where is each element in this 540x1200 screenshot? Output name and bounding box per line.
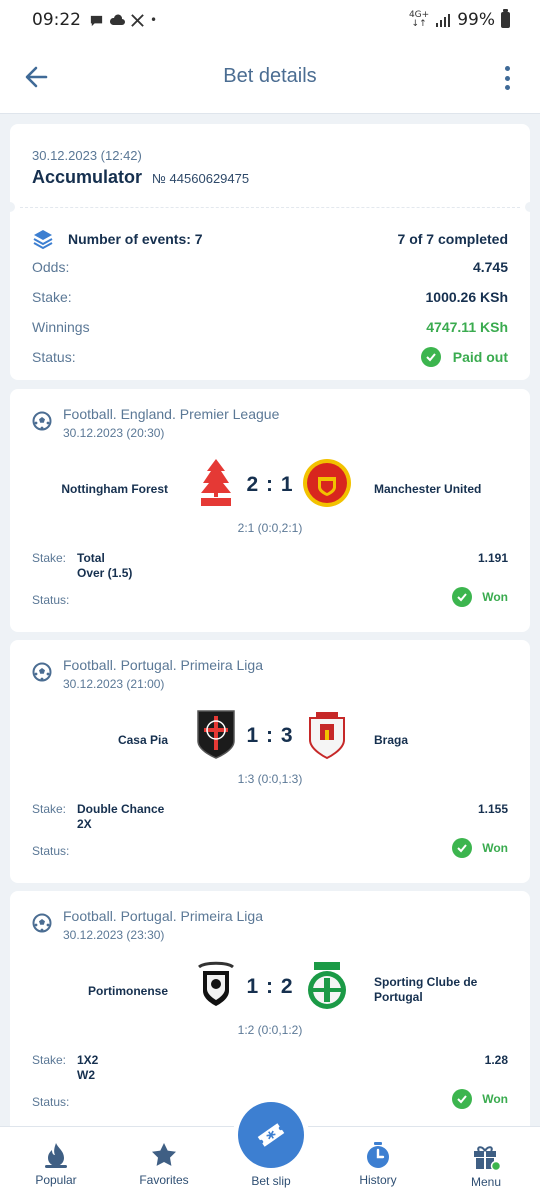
flame-icon: [45, 1143, 67, 1168]
score: 2 : 1: [246, 473, 294, 496]
event-date: 30.12.2023 (23:30): [63, 928, 165, 942]
status-label: Status:: [32, 349, 76, 365]
football-icon: [32, 913, 52, 933]
gift-icon: [474, 1146, 501, 1171]
home-team: Casa Pia: [117, 733, 168, 747]
events-count-label: Number of events: 7: [68, 231, 203, 247]
status-label: Status:: [32, 593, 70, 607]
manchester-united-logo: [303, 459, 351, 507]
status-value: Won: [482, 841, 508, 855]
score: 1 : 2: [246, 975, 294, 998]
winnings-label: Winnings: [32, 319, 90, 335]
check-circle-icon: [420, 347, 441, 367]
cloud-icon: [109, 14, 125, 25]
casa-pia-logo: [197, 710, 235, 759]
away-team: Manchester United: [374, 482, 482, 496]
status-label: Status:: [32, 1095, 70, 1109]
dot-icon: •: [150, 13, 158, 27]
bet-slip-label: Bet slip: [251, 1174, 291, 1188]
home-team: Nottingham Forest: [61, 482, 168, 496]
x-logo-icon: [131, 13, 144, 27]
events-row: Number of events: 7 7 of 7 completed: [32, 228, 508, 250]
stake-label: Stake:: [32, 551, 67, 565]
battery-icon: [501, 9, 510, 28]
event-card[interactable]: Football. Portugal. Primeira Liga 30.12.…: [5, 640, 535, 893]
football-icon: [32, 411, 52, 431]
check-circle-icon: [452, 1089, 473, 1109]
clock: 09:22: [32, 10, 81, 30]
away-team: Sporting Clube de Portugal: [374, 975, 478, 1004]
league-name: Football. England. Premier League: [63, 406, 280, 422]
nottingham-forest-logo: [201, 459, 231, 506]
stake-label: Stake:: [32, 289, 72, 305]
check-circle-icon: [452, 838, 473, 858]
status-label: Status:: [32, 844, 70, 858]
event-status: Won: [452, 838, 508, 858]
odds-value: 4.745: [472, 259, 508, 275]
stake-label: Stake:: [32, 802, 67, 816]
stake-value: 1000.26 KSh: [425, 289, 509, 305]
ticket-icon: [257, 1123, 285, 1147]
event-status: Won: [452, 1089, 508, 1109]
league-name: Football. Portugal. Primeira Liga: [63, 908, 263, 924]
winnings-row: Winnings 4747.11 KSh: [32, 319, 508, 335]
battery-percent: 99%: [457, 10, 495, 30]
chat-icon: [90, 15, 103, 26]
score: 1 : 3: [246, 724, 294, 747]
score-detail: 2:1 (0:0,2:1): [237, 521, 303, 535]
stake-market: Double Chance 2X: [77, 802, 165, 831]
portimonense-logo: [198, 961, 234, 1006]
stopwatch-icon: [367, 1142, 389, 1168]
event-card[interactable]: Football. England. Premier League 30.12.…: [5, 389, 535, 642]
status-value: Won: [482, 1092, 508, 1106]
signal-icon: [436, 14, 451, 27]
status-row: Status: Paid out: [32, 347, 508, 367]
network-indicator: 4G+ ↓↑: [408, 10, 430, 29]
event-card[interactable]: Football. Portugal. Primeira Liga 30.12.…: [10, 891, 530, 1131]
event-status: Won: [452, 587, 508, 607]
stake-market: 1X2 W2: [77, 1053, 99, 1082]
completed-count: 7 of 7 completed: [397, 231, 508, 247]
status-bar: 09:22 • 4G+ ↓↑ 99%: [0, 0, 540, 40]
nav-favorites[interactable]: Favorites: [119, 1141, 209, 1187]
layers-icon: [33, 230, 53, 250]
app-header: Bet details: [0, 40, 540, 114]
check-circle-icon: [452, 587, 473, 607]
nav-popular[interactable]: Popular: [11, 1141, 101, 1187]
nav-history[interactable]: History: [333, 1141, 423, 1187]
score-detail: 1:2 (0:0,1:2): [237, 1023, 303, 1037]
stake-label: Stake:: [32, 1053, 67, 1067]
winnings-value: 4747.11 KSh: [426, 319, 508, 335]
star-icon: [152, 1143, 176, 1166]
event-odd: 1.191: [477, 551, 508, 565]
braga-logo: [309, 712, 345, 760]
home-team: Portimonense: [87, 984, 168, 998]
bet-slip-button[interactable]: [238, 1102, 304, 1168]
event-odd: 1.155: [477, 802, 508, 816]
bet-number: № 44560629475: [152, 171, 250, 186]
bet-date: 30.12.2023 (12:42): [32, 148, 142, 163]
more-options-button[interactable]: [502, 66, 512, 90]
event-date: 30.12.2023 (20:30): [63, 426, 165, 440]
status-value: Won: [482, 590, 508, 604]
notification-icons: •: [89, 13, 157, 28]
stake-row: Stake: 1000.26 KSh: [32, 289, 508, 305]
bet-summary-card: 30.12.2023 (12:42) Accumulator № 4456062…: [5, 124, 535, 380]
score-detail: 1:3 (0:0,1:3): [237, 772, 303, 786]
league-name: Football. Portugal. Primeira Liga: [63, 657, 263, 673]
odds-row: Odds: 4.745: [32, 259, 508, 275]
event-date: 30.12.2023 (21:00): [63, 677, 165, 691]
status-value: Paid out: [452, 349, 508, 365]
away-team: Braga: [374, 733, 409, 747]
football-icon: [32, 662, 52, 682]
nav-menu[interactable]: Menu: [441, 1141, 531, 1189]
event-odd: 1.28: [484, 1053, 508, 1067]
stake-market: Total Over (1.5): [77, 551, 133, 580]
bet-type: Accumulator: [32, 167, 143, 187]
more-vertical-icon: [504, 66, 510, 71]
sporting-logo: [308, 962, 346, 1009]
odds-label: Odds:: [32, 259, 70, 275]
page-title: Bet details: [223, 65, 317, 87]
